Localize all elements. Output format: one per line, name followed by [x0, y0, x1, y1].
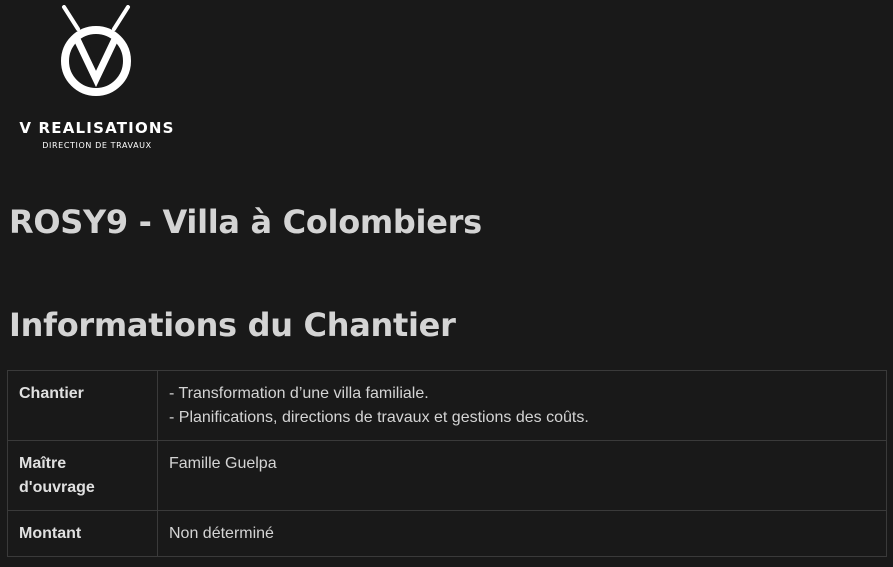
page-title: ROSY9 - Villa à Colombiers: [9, 203, 482, 241]
table-row-maitre-ouvrage: Maître d'ouvrage Famille Guelpa: [7, 440, 887, 511]
brand-name: V REALISATIONS: [19, 119, 175, 137]
page: V REALISATIONS DIRECTION DE TRAVAUX ROSY…: [0, 0, 893, 567]
row-value: - Transformation d’une villa familiale. …: [157, 370, 887, 441]
info-table: Chantier - Transformation d’une villa fa…: [7, 370, 887, 557]
row-value: Famille Guelpa: [157, 440, 887, 511]
brand-tagline: DIRECTION DE TRAVAUX: [42, 141, 152, 150]
row-value: Non déterminé: [157, 510, 887, 557]
row-label: Montant: [7, 510, 158, 557]
table-row-montant: Montant Non déterminé: [7, 510, 887, 557]
row-label: Chantier: [7, 370, 158, 441]
v-compass-logo-icon: [61, 5, 131, 96]
value-line: - Transformation d’une villa familiale.: [169, 385, 429, 402]
value-line: Non déterminé: [169, 525, 274, 542]
value-line: Famille Guelpa: [169, 455, 277, 472]
row-label: Maître d'ouvrage: [7, 440, 158, 511]
table-row-chantier: Chantier - Transformation d’une villa fa…: [7, 370, 887, 441]
brand-logo[interactable]: V REALISATIONS DIRECTION DE TRAVAUX: [0, 0, 200, 160]
value-line: - Planifications, directions de travaux …: [169, 409, 589, 426]
section-title: Informations du Chantier: [9, 306, 456, 344]
